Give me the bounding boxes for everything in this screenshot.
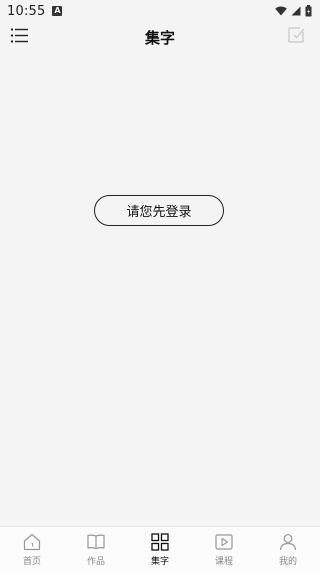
nav-label-profile: 我的 (278, 557, 297, 567)
status-right (275, 5, 312, 17)
user-icon (279, 534, 297, 551)
status-time: 10:55 (7, 3, 46, 19)
book-icon (87, 534, 105, 550)
grid-icon (151, 533, 169, 551)
bottom-nav: 首页 作品 集字 课程 我的 (0, 526, 320, 572)
play-icon (215, 534, 233, 550)
nav-label-home: 首页 (22, 557, 41, 567)
wifi-icon (275, 6, 287, 16)
nav-item-courses[interactable]: 课程 (192, 527, 256, 572)
notification-icon: A (52, 6, 63, 16)
status-bar: 10:55 A (0, 0, 320, 22)
nav-label-works: 作品 (86, 557, 105, 567)
nav-item-home[interactable]: 首页 (0, 527, 64, 572)
battery-icon (305, 5, 312, 17)
edit-icon (288, 27, 305, 43)
home-icon (23, 533, 41, 551)
app-header: 集字 (0, 22, 320, 52)
signal-icon (291, 6, 301, 16)
nav-item-collect[interactable]: 集字 (128, 527, 192, 572)
nav-item-works[interactable]: 作品 (64, 527, 128, 572)
nav-label-collect: 集字 (150, 557, 169, 567)
status-left: 10:55 A (7, 3, 63, 19)
edit-button[interactable] (286, 25, 306, 45)
nav-label-courses: 课程 (214, 557, 233, 567)
app-screen: 10:55 A 集字 请您先登录 首页 作品 集字 课程 我的 (0, 0, 320, 572)
login-button[interactable]: 请您先登录 (94, 195, 224, 226)
nav-item-profile[interactable]: 我的 (256, 527, 320, 572)
page-title: 集字 (144, 29, 175, 47)
